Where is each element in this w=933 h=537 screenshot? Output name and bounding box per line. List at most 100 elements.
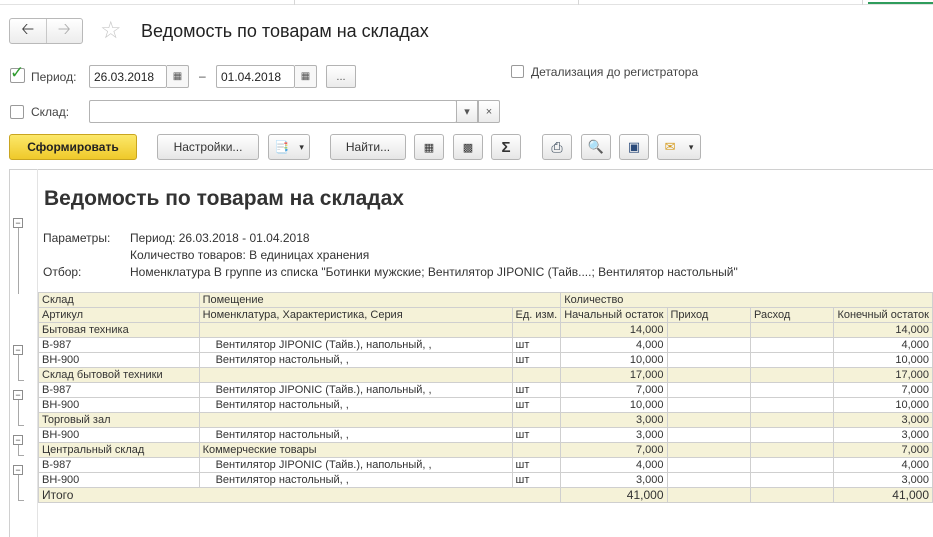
table-row[interactable]: ВН-900 Вентилятор настольный, , шт 3,000 3,0… (38, 472, 933, 488)
period-label: Период: (31, 70, 77, 84)
table-row[interactable]: В-987 Вентилятор JIPONIC (Тайв.), напольн… (38, 337, 933, 353)
page-title: Ведомость по товарам на складах (141, 21, 429, 41)
tree-line (18, 228, 19, 294)
generate-button[interactable]: Сформировать (9, 134, 137, 160)
chevron-down-icon: ▾ (688, 141, 694, 152)
cell-c (511, 412, 562, 428)
expand-groups-icon: ▦ (423, 141, 435, 154)
settings-button[interactable]: Настройки... (157, 134, 259, 160)
collapse-groups-button[interactable]: ▩ (453, 134, 483, 160)
cell-g: 7,000 (833, 382, 933, 398)
cell-a: ВН-900 (38, 397, 200, 413)
cell-f (749, 352, 835, 368)
report-frame (9, 169, 10, 537)
cell-e (666, 337, 751, 353)
variants-button[interactable]: 📑 ▾ (268, 134, 310, 160)
cell-c: шт (511, 472, 562, 488)
sum-button[interactable]: Σ (491, 134, 521, 160)
filter-label: Отбор: (43, 265, 82, 279)
send-email-button[interactable]: ✉ ▾ (657, 134, 701, 160)
warehouse-dropdown-button[interactable]: ▾ (456, 100, 478, 123)
header-closing: Конечный остаток (833, 307, 933, 323)
cell-a: ВН-900 (38, 472, 200, 488)
cell-a: Склад бытовой техники (38, 367, 200, 383)
header-quantity: Количество (560, 292, 933, 308)
detail-checkbox[interactable] (511, 65, 524, 78)
cell-e (666, 397, 751, 413)
collapse-group-icon[interactable]: − (13, 345, 23, 355)
collapse-group-icon[interactable]: − (13, 435, 23, 445)
cell-f (749, 337, 835, 353)
cell-c: шт (511, 382, 562, 398)
tab-separator (862, 0, 863, 5)
forward-button[interactable]: 🡢 (45, 19, 83, 43)
cell-b: Коммерческие товары (198, 442, 513, 458)
cell-a: ВН-900 (38, 352, 200, 368)
tree-line (18, 425, 24, 426)
tree-line (18, 400, 19, 426)
cell-c: шт (511, 457, 562, 473)
collapse-group-icon[interactable]: − (13, 465, 23, 475)
table-row[interactable]: ВН-900 Вентилятор настольный, , шт 10,000 10… (38, 397, 933, 413)
save-button[interactable]: ▣ (619, 134, 649, 160)
period-dash: – (199, 69, 206, 83)
warehouse-checkbox[interactable] (10, 105, 24, 119)
tree-line (18, 355, 19, 381)
printer-icon: ⎙ (551, 138, 563, 155)
collapse-params-icon[interactable]: − (13, 218, 23, 228)
period-select-button[interactable]: ... (326, 65, 356, 88)
calendar-icon: ▦ (172, 71, 183, 82)
navigation-buttons: 🡠 🡢 (9, 18, 83, 44)
period-to-field[interactable]: 01.04.2018 (216, 65, 295, 88)
calendar-from-button[interactable]: ▦ (167, 65, 189, 88)
group-row[interactable]: Центральный склад Коммерческие товары 7,00… (38, 442, 933, 458)
expand-groups-button[interactable]: ▦ (414, 134, 444, 160)
tree-line (18, 380, 24, 381)
group-row[interactable]: Бытовая техника 14,000 14,000 (38, 322, 933, 338)
group-row[interactable]: Торговый зал 3,000 3,000 (38, 412, 933, 428)
cell-a: ВН-900 (38, 427, 200, 443)
print-button[interactable]: ⎙ (542, 134, 572, 160)
envelope-icon: ✉ (664, 139, 676, 154)
warehouse-clear-button[interactable]: × (478, 100, 500, 123)
collapse-group-icon[interactable]: − (13, 390, 23, 400)
period-from-field[interactable]: 26.03.2018 (89, 65, 167, 88)
cell-a: Бытовая техника (38, 322, 200, 338)
detail-label: Детализация до регистратора (531, 65, 699, 79)
cell-d: 7,000 (560, 442, 668, 458)
cell-b: Вентилятор настольный, , (198, 427, 513, 443)
cell-b: Вентилятор JIPONIC (Тайв.), напольный, , (198, 337, 513, 353)
cell-c (511, 367, 562, 383)
cell-g: 3,000 (833, 427, 933, 443)
star-icon[interactable]: ☆ (100, 17, 122, 45)
params-quantity: Количество товаров: В единицах хранения (130, 248, 370, 262)
cell-f (749, 382, 835, 398)
calendar-to-button[interactable]: ▦ (295, 65, 317, 88)
tree-line (18, 475, 19, 501)
cell-e (666, 352, 751, 368)
params-period: Период: 26.03.2018 - 01.04.2018 (130, 231, 310, 245)
preview-button[interactable]: 🔍 (581, 134, 611, 160)
header-opening: Начальный остаток (560, 307, 668, 323)
cell-g: 10,000 (833, 352, 933, 368)
table-row[interactable]: В-987 Вентилятор JIPONIC (Тайв.), напольн… (38, 457, 933, 473)
cell-c: шт (511, 352, 562, 368)
warehouse-field[interactable] (89, 100, 457, 123)
table-row[interactable]: ВН-900 Вентилятор настольный, , шт 3,000 3,0… (38, 427, 933, 443)
cell-c: шт (511, 337, 562, 353)
cell-g: 3,000 (833, 472, 933, 488)
table-row[interactable]: ВН-900 Вентилятор настольный, , шт 10,000 10… (38, 352, 933, 368)
cell-b: Вентилятор JIPONIC (Тайв.), напольный, , (198, 457, 513, 473)
table-row[interactable]: В-987 Вентилятор JIPONIC (Тайв.), напольн… (38, 382, 933, 398)
header-expense: Расход (749, 307, 835, 323)
cell-e (666, 427, 751, 443)
filter-value: Номенклатура В группе из списка "Ботинки… (130, 265, 738, 279)
cell-e (666, 322, 751, 338)
cell-b (198, 412, 513, 428)
back-button[interactable]: 🡠 (10, 19, 46, 43)
header-article: Артикул (38, 307, 200, 323)
group-row[interactable]: Склад бытовой техники 17,000 17,000 (38, 367, 933, 383)
report-frame (9, 169, 933, 170)
find-button[interactable]: Найти... (330, 134, 406, 160)
cell-d: 3,000 (560, 472, 668, 488)
